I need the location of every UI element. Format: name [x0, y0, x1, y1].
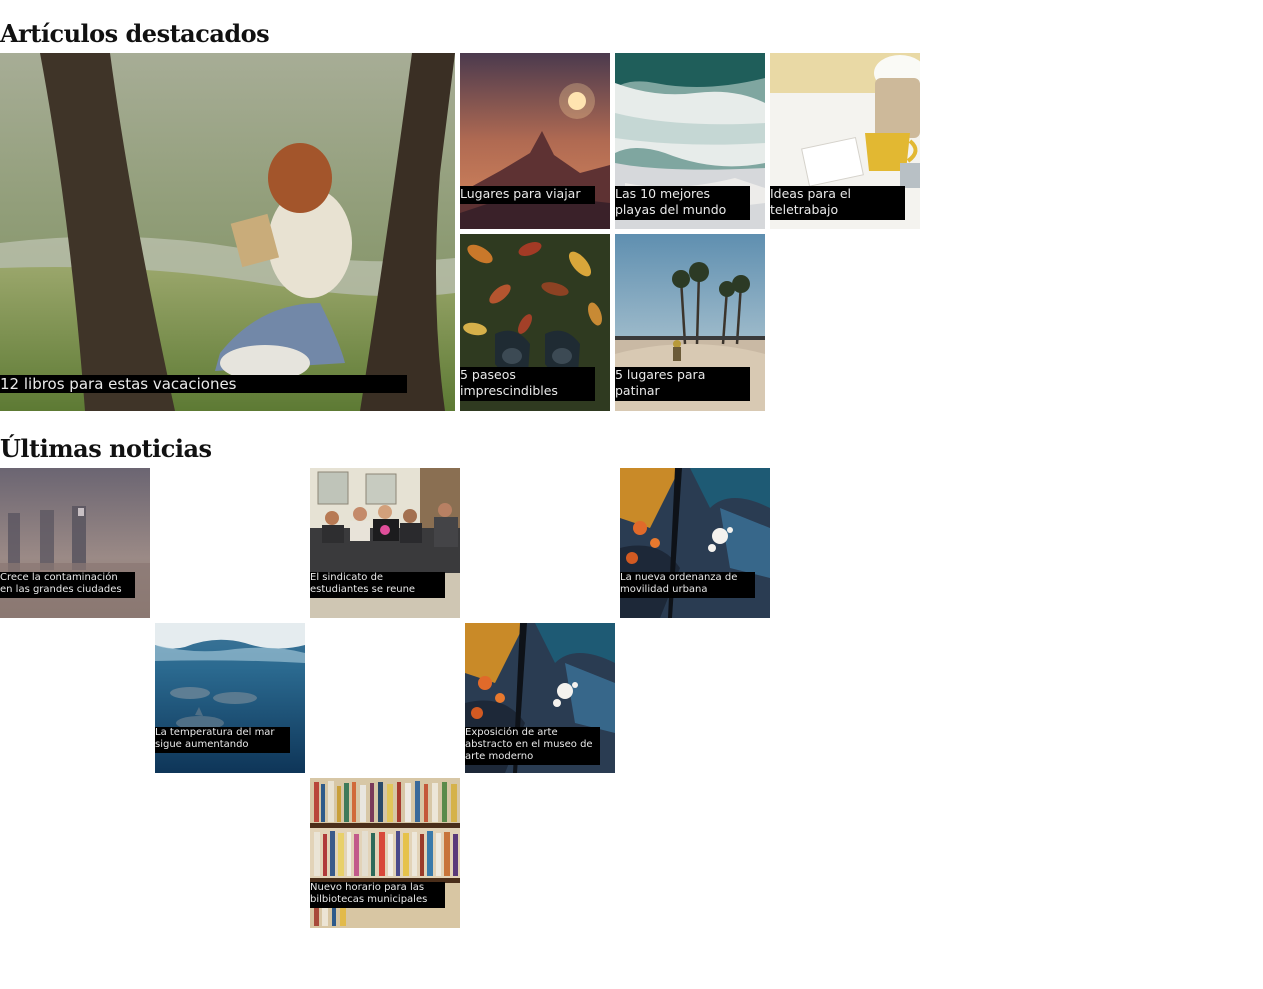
news-caption-sea-temperature: La temperatura del mar sigue aumentando — [155, 727, 290, 753]
news-caption-students: El sindicato de estudiantes se reune — [310, 572, 445, 598]
featured-article-travel[interactable]: Lugares para viajar — [460, 53, 610, 229]
woman-reading-image — [0, 53, 455, 411]
news-caption-mobility: La nueva ordenanza de movilidad urbana — [620, 572, 755, 598]
news-section-title: Últimas noticias — [0, 434, 212, 463]
featured-article-skating[interactable]: 5 lugares para patinar — [615, 234, 765, 411]
featured-article-walks[interactable]: 5 paseos imprescindibles — [460, 234, 610, 411]
featured-caption-remote-work: Ideas para el teletrabajo — [770, 186, 905, 220]
featured-caption-beaches: Las 10 mejores playas del mundo — [615, 186, 750, 220]
news-caption-libraries: Nuevo horario para las bilbiotecas munic… — [310, 882, 445, 908]
featured-article-main[interactable]: 12 libros para estas vacaciones — [0, 53, 455, 411]
featured-article-remote-work[interactable]: Ideas para el teletrabajo — [770, 53, 920, 229]
featured-caption-main: 12 libros para estas vacaciones — [0, 375, 407, 393]
featured-caption-travel: Lugares para viajar — [460, 186, 595, 204]
news-caption-pollution: Crece la contaminación en las grandes ci… — [0, 572, 135, 598]
news-article-mobility[interactable]: La nueva ordenanza de movilidad urbana — [620, 468, 770, 618]
news-article-art-exhibition[interactable]: Exposición de arte abstracto en el museo… — [465, 623, 615, 773]
news-article-sea-temperature[interactable]: La temperatura del mar sigue aumentando — [155, 623, 305, 773]
news-article-libraries[interactable]: Nuevo horario para las bilbiotecas munic… — [310, 778, 460, 928]
featured-caption-walks: 5 paseos imprescindibles — [460, 367, 595, 401]
featured-caption-skating: 5 lugares para patinar — [615, 367, 750, 401]
featured-section-title: Artículos destacados — [0, 19, 270, 48]
news-caption-art-exhibition: Exposición de arte abstracto en el museo… — [465, 727, 600, 765]
featured-article-beaches[interactable]: Las 10 mejores playas del mundo — [615, 53, 765, 229]
news-article-pollution[interactable]: Crece la contaminación en las grandes ci… — [0, 468, 150, 618]
news-article-students[interactable]: El sindicato de estudiantes se reune — [310, 468, 460, 618]
